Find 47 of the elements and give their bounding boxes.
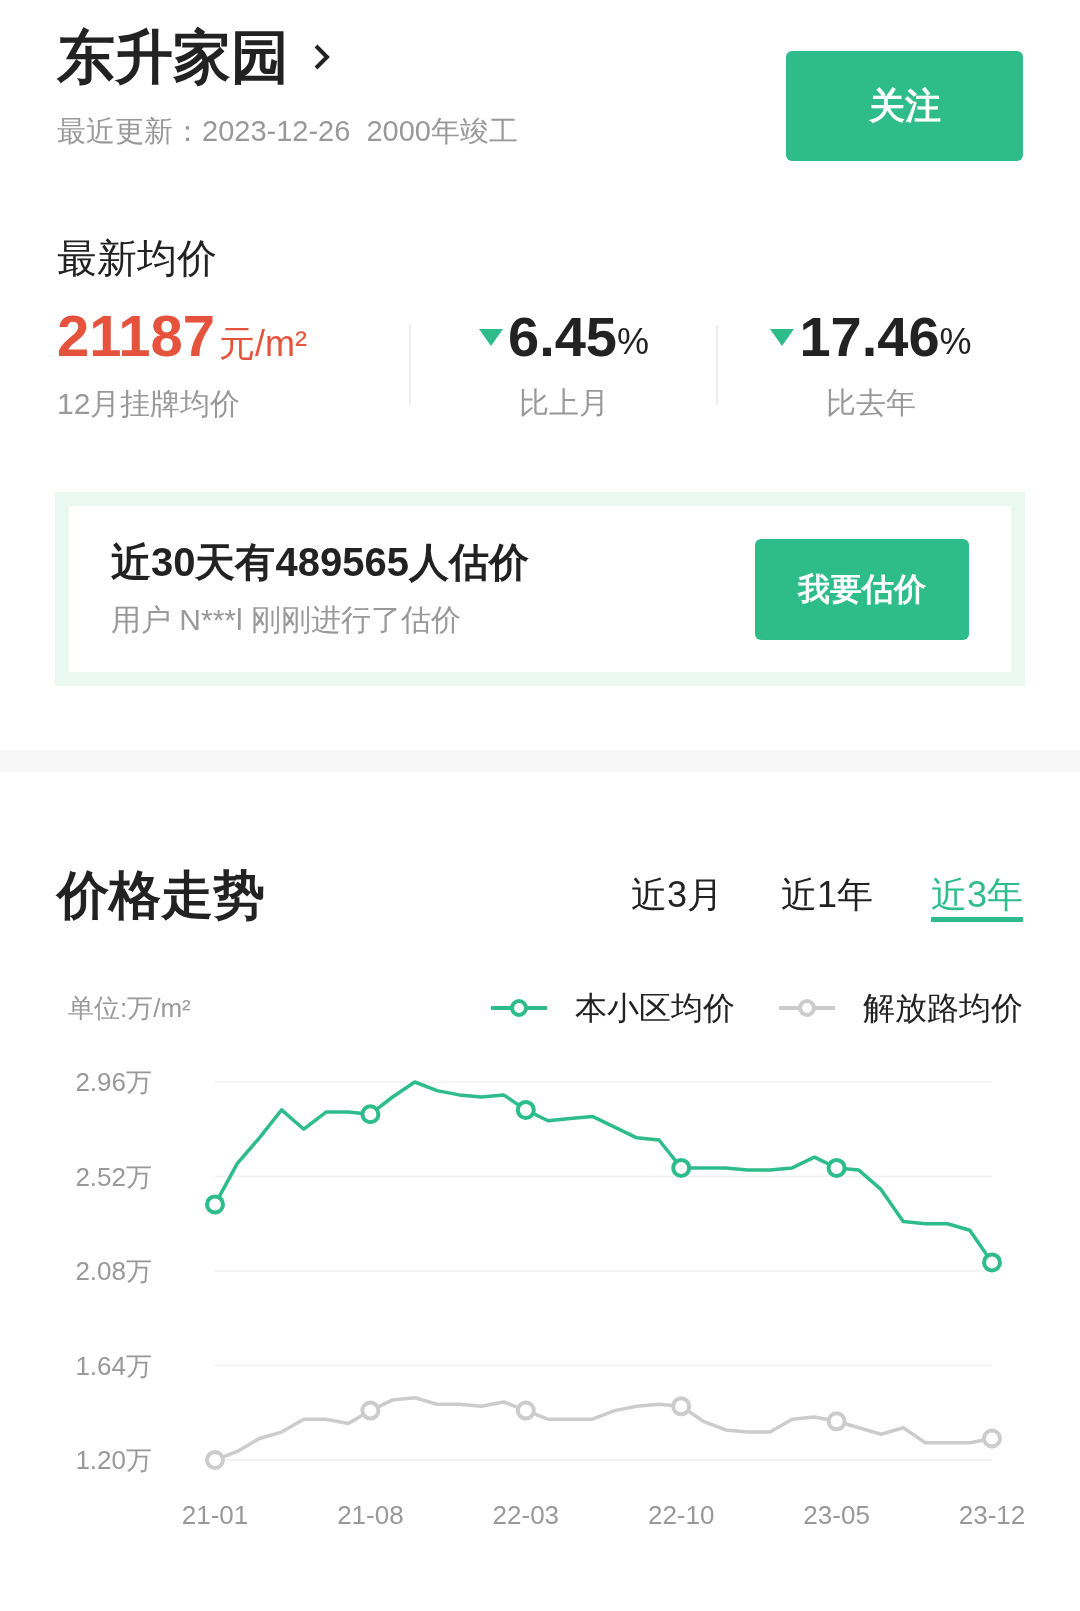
data-point <box>982 1428 1002 1449</box>
price-unit: 元/m² <box>219 322 308 366</box>
percent-sign: % <box>939 321 972 364</box>
chevron-right-icon[interactable] <box>313 43 331 71</box>
y-tick-label: 1.64万 <box>75 1350 152 1381</box>
x-tick-label: 22-10 <box>647 1500 715 1530</box>
legend-label: 解放路均价 <box>863 989 1023 1028</box>
section-heading: 最新均价 <box>56 235 218 282</box>
estimate-activity: 用户 N***l 刚刚进行了估价 <box>111 601 463 638</box>
range-tab[interactable]: 近3年 <box>930 868 1023 922</box>
data-point <box>671 1396 692 1417</box>
change-value: 17.46 <box>799 304 940 370</box>
data-point <box>982 1252 1002 1273</box>
data-point <box>515 1099 536 1120</box>
change-caption: 比去年 <box>825 385 916 421</box>
data-point <box>515 1400 536 1421</box>
y-tick-label: 1.20万 <box>75 1445 152 1475</box>
x-tick-label: 21-01 <box>181 1500 249 1530</box>
data-point <box>205 1194 225 1215</box>
price-caption: 12月挂牌均价 <box>57 386 242 422</box>
x-tick-label: 22-03 <box>492 1500 560 1530</box>
percent-sign: % <box>617 320 649 364</box>
unit-label: 单位:万/m² <box>68 991 191 1025</box>
estimate-title: 近30天有489565人估价 <box>111 538 529 586</box>
estimate-button[interactable]: 我要估价 <box>755 538 969 640</box>
y-tick-label: 2.96万 <box>75 1067 152 1097</box>
data-point <box>671 1157 692 1178</box>
range-tab[interactable]: 近3月 <box>630 868 723 922</box>
data-point <box>826 1157 847 1178</box>
community-title: 东升家园 <box>57 23 289 91</box>
update-info: 最近更新：2023-12-26 2000年竣工 <box>57 114 518 149</box>
data-point <box>205 1450 225 1470</box>
y-tick-label: 2.52万 <box>75 1161 152 1192</box>
change-caption: 比上月 <box>518 385 609 421</box>
section-heading: 价格走势 <box>57 865 265 926</box>
change-value: 6.45 <box>508 304 617 370</box>
y-tick-label: 2.08万 <box>75 1256 152 1286</box>
x-tick-label: 21-08 <box>337 1500 404 1530</box>
x-tick-label: 23-05 <box>803 1500 870 1530</box>
x-tick-label: 23-12 <box>958 1500 1026 1530</box>
follow-button[interactable]: 关注 <box>786 51 1023 161</box>
average-price: 21187 <box>57 303 216 369</box>
legend-label: 本小区均价 <box>575 989 735 1028</box>
data-point <box>826 1411 847 1432</box>
data-point <box>360 1400 381 1421</box>
range-tab[interactable]: 近1年 <box>780 868 873 922</box>
data-point <box>360 1104 381 1125</box>
